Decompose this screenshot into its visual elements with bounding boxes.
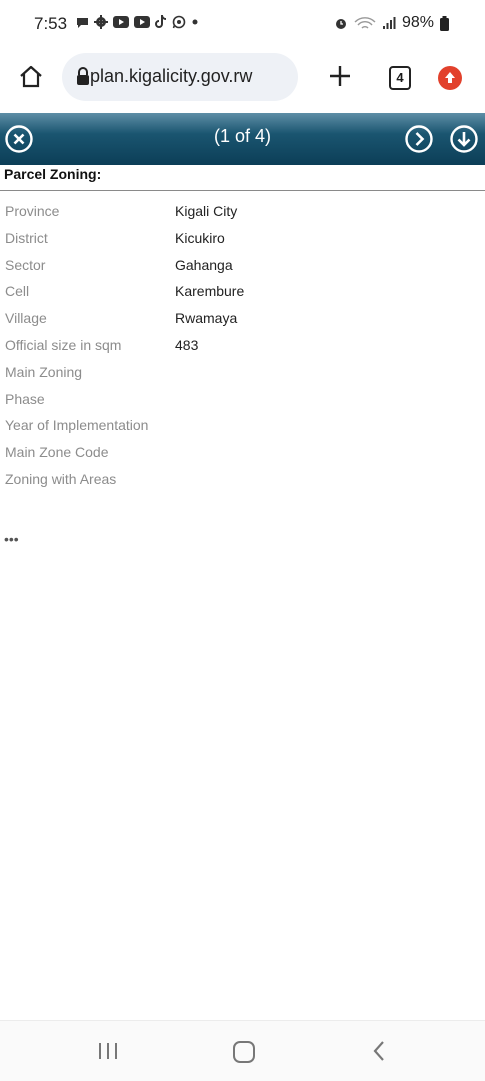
wifi-icon bbox=[354, 17, 376, 29]
url-text: plan.kigalicity.gov.rw bbox=[90, 66, 253, 86]
attribute-value: Rwamaya bbox=[175, 310, 238, 327]
youtube-icon bbox=[113, 16, 129, 28]
status-time: 7:53 bbox=[34, 14, 68, 33]
table-row: District Kicukiro bbox=[0, 225, 485, 252]
attribute-value: Kicukiro bbox=[175, 229, 225, 246]
notification-icons bbox=[76, 15, 199, 29]
status-right: 98% bbox=[334, 14, 449, 32]
attribute-key: Zoning with Areas bbox=[5, 470, 117, 487]
attribute-key: Main Zoning bbox=[5, 363, 83, 380]
back-icon[interactable] bbox=[371, 1040, 387, 1062]
table-row: Cell Karembure bbox=[0, 278, 485, 305]
browser-toolbar: plan.kigalicity.gov.rw 4 bbox=[0, 50, 485, 106]
gear-icon bbox=[94, 15, 108, 29]
alarm-icon bbox=[335, 19, 346, 29]
attribute-key: Phase bbox=[5, 390, 45, 407]
attribute-key: Province bbox=[5, 203, 60, 219]
table-row: Main Zone Code bbox=[0, 439, 485, 466]
attribute-key: Main Zone Code bbox=[5, 444, 109, 461]
table-row: Village Rwamaya bbox=[0, 305, 485, 332]
attribute-key: Cell bbox=[5, 283, 30, 300]
navigation-bar bbox=[0, 1020, 485, 1081]
arrow-up-icon bbox=[445, 72, 455, 83]
home-icon[interactable] bbox=[17, 63, 45, 91]
recent-apps-icon[interactable] bbox=[97, 1042, 119, 1060]
attribute-value: Karembure bbox=[175, 283, 245, 300]
table-row: Phase bbox=[0, 386, 485, 413]
arrow-down-icon[interactable] bbox=[449, 124, 479, 154]
chat-icon bbox=[77, 17, 88, 28]
tiktok-icon bbox=[155, 15, 166, 28]
table-row: Zoning with Areas bbox=[0, 466, 485, 493]
attribute-value: Gahanga bbox=[175, 256, 233, 273]
next-icon[interactable] bbox=[404, 124, 434, 154]
youtube-icon bbox=[134, 16, 150, 28]
attribute-value: Kigali City bbox=[175, 203, 238, 219]
whatsapp-icon bbox=[172, 15, 186, 29]
attribute-table: Province Kigali City District Kicukiro Sec… bbox=[0, 198, 485, 493]
attribute-key: Official size in sqm bbox=[5, 336, 122, 353]
battery-icon bbox=[440, 15, 449, 31]
address-bar[interactable]: plan.kigalicity.gov.rw bbox=[62, 53, 298, 101]
lock-icon bbox=[77, 67, 89, 85]
table-row: Sector Gahanga bbox=[0, 252, 485, 279]
status-bar: 7:53 98% bbox=[0, 0, 485, 48]
table-row: Year of Implementation bbox=[0, 412, 485, 439]
upload-button[interactable] bbox=[438, 66, 462, 90]
divider bbox=[0, 190, 485, 191]
popup-header: (1 of 4) bbox=[0, 113, 485, 165]
dot-icon bbox=[192, 19, 198, 25]
signal-icon bbox=[382, 17, 396, 29]
battery-percent: 98% bbox=[401, 14, 434, 31]
section-title: Parcel Zoning: bbox=[4, 166, 102, 182]
attribute-key: Sector bbox=[5, 256, 46, 273]
home-nav-icon[interactable] bbox=[233, 1041, 255, 1063]
attribute-value: 483 bbox=[175, 336, 199, 353]
table-row: Official size in sqm 483 bbox=[0, 332, 485, 359]
new-tab-icon[interactable] bbox=[326, 62, 354, 90]
table-row: Main Zoning bbox=[0, 359, 485, 386]
attribute-key: Village bbox=[5, 310, 47, 327]
more-options-button[interactable]: ••• bbox=[4, 532, 19, 546]
tab-count-button[interactable]: 4 bbox=[389, 66, 411, 90]
attribute-key: District bbox=[5, 229, 48, 246]
attribute-key: Year of Implementation bbox=[5, 417, 149, 434]
table-row: Province Kigali City bbox=[0, 198, 485, 225]
